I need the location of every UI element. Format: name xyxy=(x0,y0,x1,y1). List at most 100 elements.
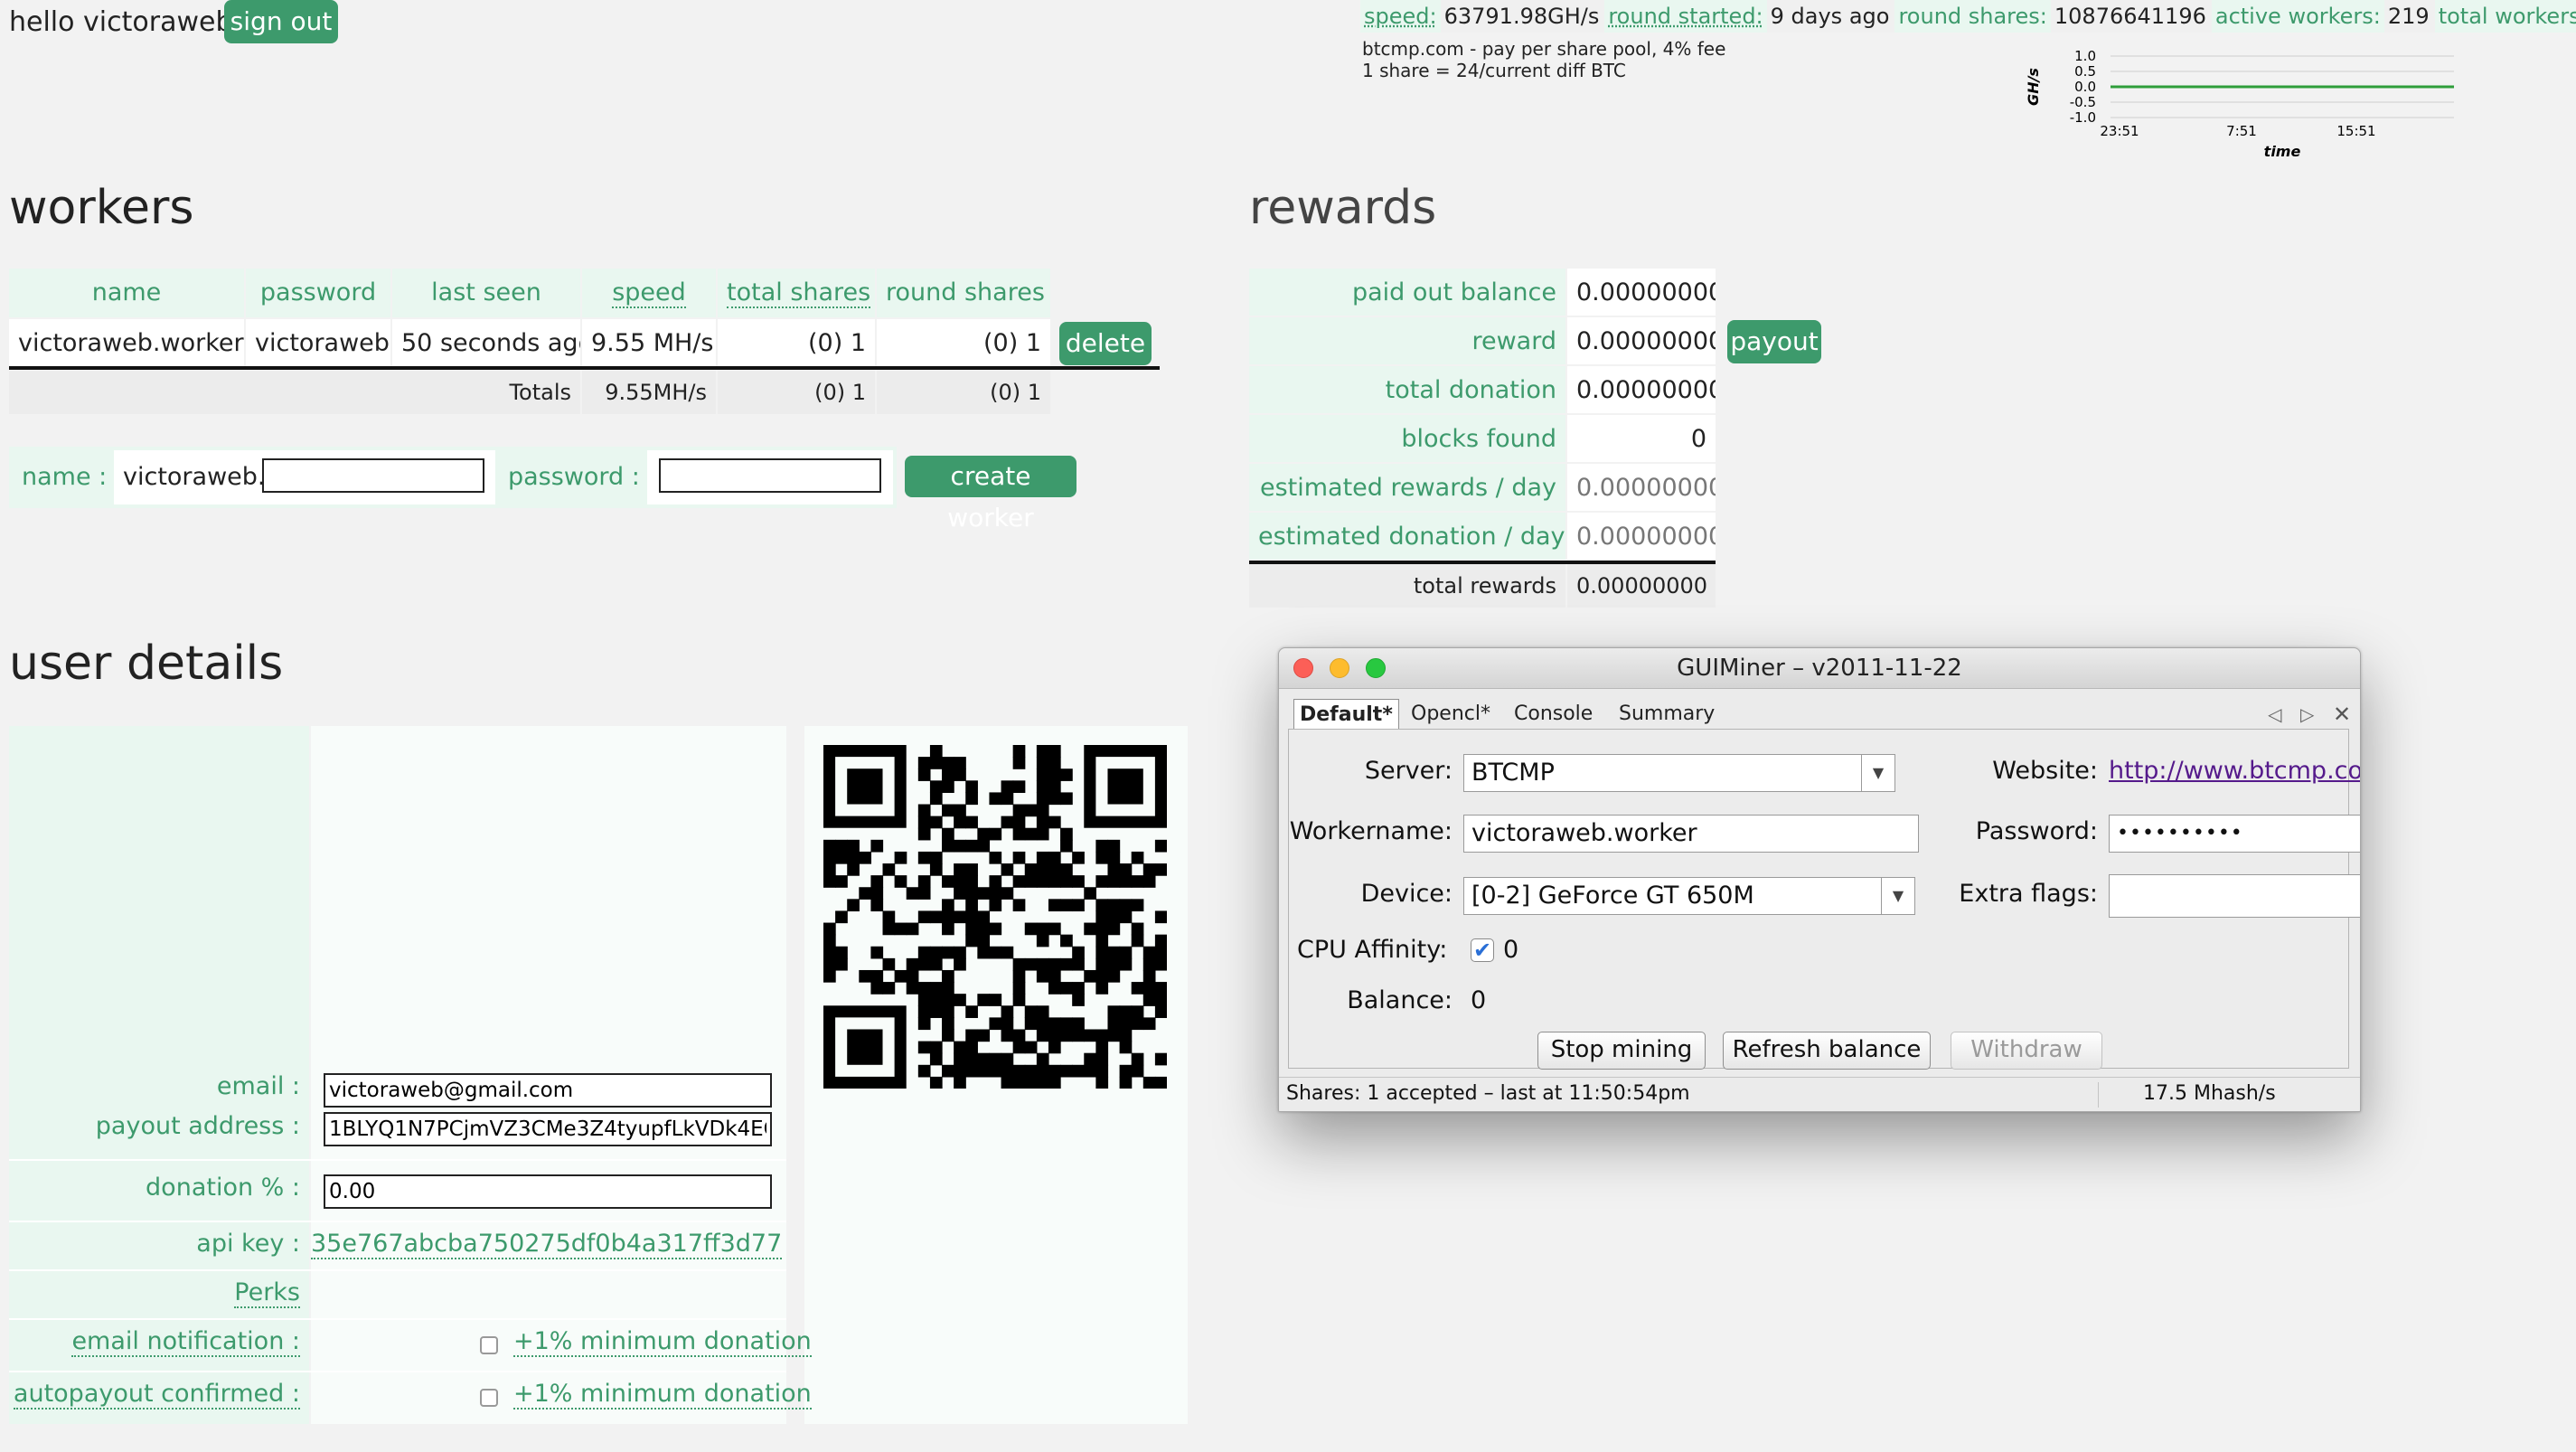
email-field[interactable] xyxy=(324,1073,772,1108)
stop-mining-button[interactable]: Stop mining xyxy=(1537,1032,1706,1070)
refresh-balance-button[interactable]: Refresh balance xyxy=(1723,1032,1931,1070)
col-total-shares[interactable]: total shares xyxy=(718,269,875,317)
autopayout-checkbox[interactable] xyxy=(480,1389,498,1407)
create-name-input[interactable] xyxy=(262,458,484,493)
speed-label: speed: xyxy=(1360,0,1441,33)
totals-round-shares: (0) 1 xyxy=(877,371,1050,414)
payout-button[interactable]: payout xyxy=(1727,320,1821,363)
col-speed-label[interactable]: speed xyxy=(612,278,686,308)
table-divider xyxy=(9,366,1160,370)
cpu-affinity-checkbox[interactable]: ✔ xyxy=(1471,938,1494,962)
delete-worker-button[interactable]: delete xyxy=(1059,322,1152,365)
tab-console[interactable]: Console xyxy=(1509,699,1598,730)
payout-address-label: payout address : xyxy=(95,1112,300,1140)
row-divider xyxy=(9,1318,786,1320)
server-label: Server: xyxy=(1364,757,1453,785)
extra-flags-label: Extra flags: xyxy=(1959,880,2098,908)
row-divider xyxy=(9,1159,786,1161)
chart-x-tick: 7:51 xyxy=(2226,123,2257,139)
min-donation-link[interactable]: +1% minimum donation xyxy=(513,1380,812,1410)
total-rewards-label: total rewards xyxy=(1249,564,1565,608)
payout-address-qr-code xyxy=(823,745,1167,1089)
reward-value: 0.00000000 xyxy=(1567,513,1716,560)
api-key-label: api key : xyxy=(196,1230,300,1258)
reward-label: blocks found xyxy=(1249,415,1565,462)
tab-opencl[interactable]: Opencl* xyxy=(1406,699,1496,730)
autopayout-min-donation[interactable]: +1% minimum donation xyxy=(513,1380,812,1410)
autopayout-label[interactable]: autopayout confirmed : xyxy=(9,1380,300,1410)
api-key-value[interactable]: 35e767abcba750275df0b4a317ff3d77 xyxy=(311,1230,783,1259)
server-value: BTCMP xyxy=(1471,759,1555,787)
worker-last-seen: 50 seconds ago xyxy=(392,319,580,368)
close-tab-icon[interactable]: ✕ xyxy=(2333,699,2351,730)
sign-out-button[interactable]: sign out xyxy=(224,0,338,43)
col-speed[interactable]: speed xyxy=(582,269,716,317)
speed-value: 63791.98GH/s xyxy=(1440,0,1605,33)
worker-name: victoraweb.worker xyxy=(9,319,244,368)
row-divider xyxy=(9,1269,786,1271)
email-notification-checkbox[interactable] xyxy=(480,1336,498,1354)
totals-speed: 9.55MH/s xyxy=(582,371,716,414)
pool-stats: speed: 63791.98GH/s round started: 9 days a… xyxy=(1360,0,2576,34)
window-title: GUIMiner – v2011-11-22 xyxy=(1677,655,1962,682)
create-worker-button[interactable]: create worker xyxy=(905,456,1076,533)
totals-label: Totals xyxy=(9,371,580,414)
create-password-input[interactable] xyxy=(659,458,881,493)
row-divider xyxy=(9,1221,786,1222)
donation-field[interactable] xyxy=(324,1174,772,1209)
password-field[interactable]: •••••••••• xyxy=(2109,815,2360,853)
min-donation-link[interactable]: +1% minimum donation xyxy=(513,1327,812,1357)
chart-y-tick: -0.5 xyxy=(2070,94,2096,110)
device-value: [0-2] GeForce GT 650M xyxy=(1471,882,1754,910)
reward-label: estimated rewards / day xyxy=(1249,464,1565,511)
rewards-heading: rewards xyxy=(1249,181,1437,235)
tab-summary[interactable]: Summary xyxy=(1613,699,1720,730)
autopayout-link[interactable]: autopayout confirmed : xyxy=(13,1380,300,1410)
perks-link[interactable]: Perks xyxy=(234,1278,300,1308)
reward-value: 0 xyxy=(1567,415,1716,462)
col-password: password xyxy=(246,269,390,317)
reward-value: 0.00000000 xyxy=(1567,366,1716,413)
cpu-affinity-value: 0 xyxy=(1503,936,1519,964)
scroll-tabs-left-icon[interactable]: ◁ xyxy=(2268,699,2281,730)
withdraw-button[interactable]: Withdraw xyxy=(1951,1032,2102,1070)
payout-address-field[interactable] xyxy=(324,1112,772,1146)
device-dropdown[interactable]: [0-2] GeForce GT 650M ▼ xyxy=(1463,877,1915,915)
balance-label: Balance: xyxy=(1347,986,1453,1014)
status-speed: 17.5 Mhash/s xyxy=(2143,1082,2276,1105)
tab-default[interactable]: Default* xyxy=(1293,699,1399,730)
row-divider xyxy=(9,1371,786,1372)
chart-ylabel: GH/s xyxy=(2025,68,2042,106)
share-description: 1 share = 24/current diff BTC xyxy=(1362,60,1626,81)
create-name-label: name : xyxy=(13,453,110,502)
active-workers-label: active workers: xyxy=(2211,0,2384,33)
email-notification-min-donation[interactable]: +1% minimum donation xyxy=(513,1327,812,1357)
email-notification-label[interactable]: email notification : xyxy=(9,1327,300,1357)
workername-field[interactable]: victoraweb.worker xyxy=(1463,815,1919,853)
api-key-link[interactable]: 35e767abcba750275df0b4a317ff3d77 xyxy=(311,1230,783,1259)
perks-label[interactable]: Perks xyxy=(9,1278,300,1308)
chart-y-tick: 0.0 xyxy=(2074,79,2096,95)
status-shares: Shares: 1 accepted – last at 11:50:54pm xyxy=(1286,1082,1690,1105)
scroll-tabs-right-icon[interactable]: ▷ xyxy=(2300,699,2314,730)
device-label: Device: xyxy=(1360,880,1453,908)
extra-flags-field[interactable] xyxy=(2109,874,2360,918)
reward-label: paid out balance xyxy=(1249,269,1565,316)
email-label: email : xyxy=(216,1072,300,1100)
col-last-seen: last seen xyxy=(392,269,580,317)
round-shares-label: round shares: xyxy=(1894,0,2051,33)
total-workers-label: total workers: xyxy=(2434,0,2576,33)
totals-total-shares: (0) 1 xyxy=(718,371,875,414)
col-total-shares-label[interactable]: total shares xyxy=(727,278,871,308)
reward-value: 0.00000000 xyxy=(1567,464,1716,511)
website-link[interactable]: http://www.btcmp.com xyxy=(2109,757,2360,785)
total-rewards-value: 0.00000000 xyxy=(1567,564,1716,608)
create-password-label: password : xyxy=(499,453,644,502)
chart-y-tick: -1.0 xyxy=(2070,109,2096,126)
website-label: Website: xyxy=(1992,757,2098,785)
chart-y-tick: 1.0 xyxy=(2074,48,2096,64)
col-name: name xyxy=(9,269,244,317)
email-notification-link[interactable]: email notification : xyxy=(71,1327,300,1357)
create-name-prefix: victoraweb. xyxy=(123,463,266,491)
server-dropdown[interactable]: BTCMP ▼ xyxy=(1463,754,1895,792)
